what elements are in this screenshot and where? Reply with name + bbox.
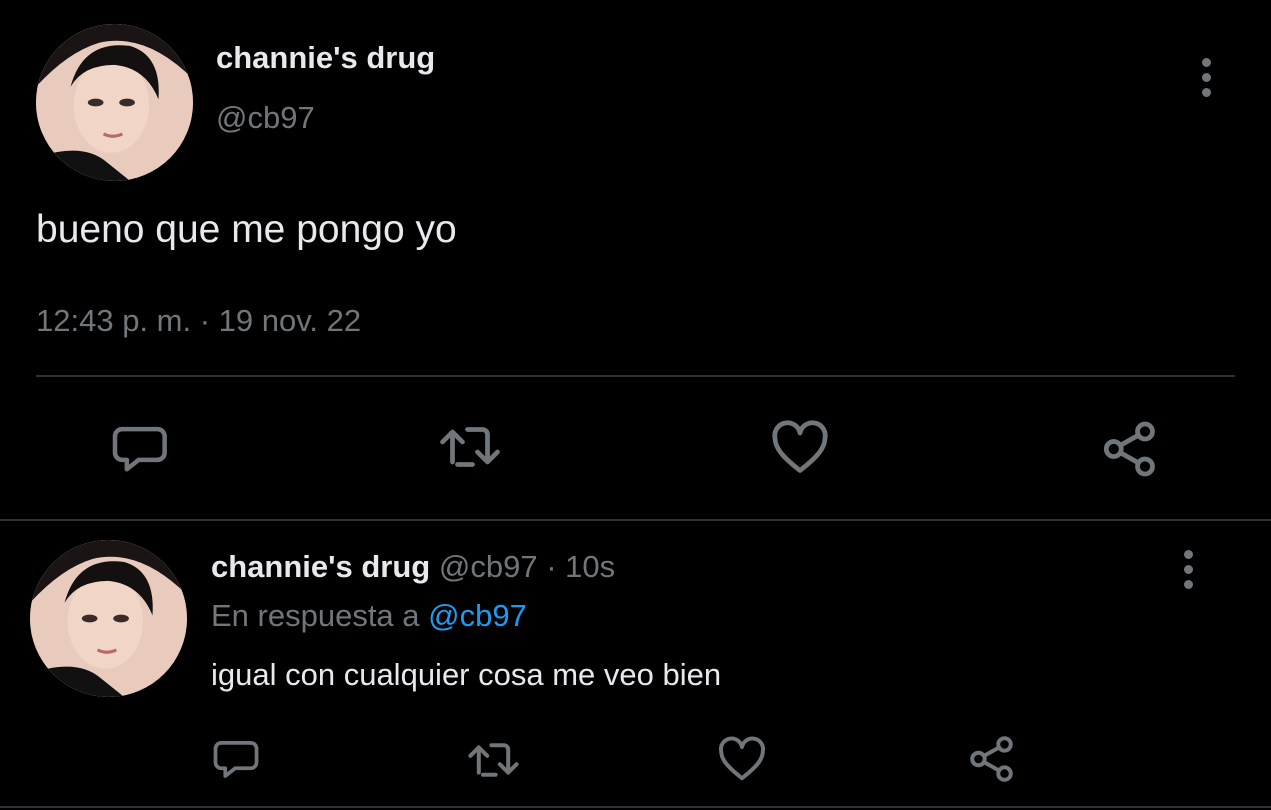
more-options-icon[interactable] <box>1202 58 1211 97</box>
share-icon[interactable] <box>1100 420 1160 478</box>
timestamp[interactable]: 12:43 p. m. · 19 nov. 22 <box>36 303 361 339</box>
in-reply-prefix: En respuesta a <box>211 598 420 633</box>
in-reply-handle[interactable]: @cb97 <box>428 598 527 633</box>
bottom-divider <box>0 806 1271 808</box>
avatar-image <box>30 540 187 697</box>
retweet-icon[interactable] <box>437 422 503 472</box>
tweet-text: igual con cualquier cosa me veo bien <box>211 657 722 692</box>
divider <box>36 375 1235 377</box>
reply-icon[interactable] <box>112 422 170 474</box>
section-divider <box>0 519 1271 521</box>
time-ago[interactable]: · 10s <box>546 549 615 584</box>
avatar[interactable] <box>30 540 187 697</box>
share-icon[interactable] <box>967 735 1017 783</box>
handle[interactable]: @cb97 <box>439 549 538 584</box>
avatar[interactable] <box>36 24 193 181</box>
reply-icon[interactable] <box>213 737 261 780</box>
retweet-icon[interactable] <box>466 739 521 781</box>
display-name[interactable]: channie's drug <box>211 549 430 584</box>
like-icon[interactable] <box>770 420 830 476</box>
avatar-image <box>36 24 193 181</box>
more-options-icon[interactable] <box>1184 550 1193 589</box>
display-name[interactable]: channie's drug <box>216 40 435 76</box>
like-icon[interactable] <box>717 736 767 783</box>
handle[interactable]: @cb97 <box>216 100 315 136</box>
reply-header: channie's drug @cb97 · 10s <box>211 549 615 585</box>
tweet-text: bueno que me pongo yo <box>36 208 457 251</box>
in-reply-to: En respuesta a @cb97 <box>211 598 527 634</box>
